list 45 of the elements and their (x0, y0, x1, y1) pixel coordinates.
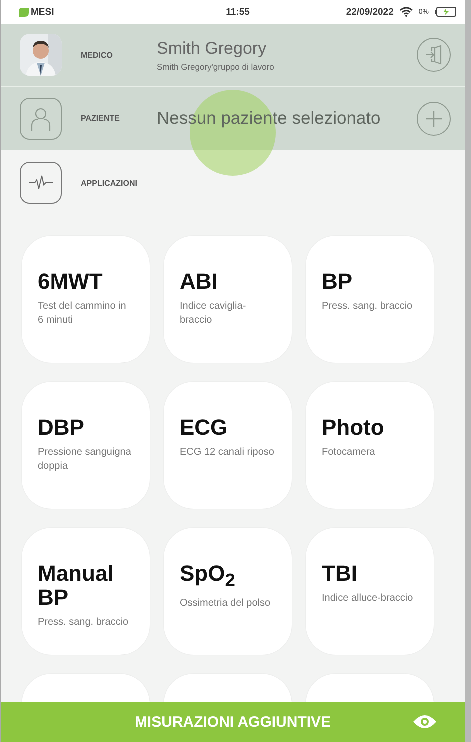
app-tile[interactable]: BP Press. sang. braccio (306, 236, 434, 363)
person-icon (20, 98, 62, 140)
app-title: SpO$_{2}$ (180, 562, 236, 591)
app-tile[interactable]: TBI Indice alluce-braccio (306, 528, 434, 655)
additional-measurements-label: MISURAZIONI AGGIUNTIVE (134, 714, 332, 730)
wifi-icon (400, 7, 413, 17)
app-tile[interactable]: Photo Fotocamera (306, 382, 434, 509)
work-group: Smith Gregory'gruppo di lavoro (157, 62, 417, 72)
app-tile[interactable]: ABI Indice caviglia-braccio (164, 236, 292, 363)
app-description: Press. sang. braccio (322, 300, 414, 314)
pulse-icon (20, 162, 62, 204)
app-title: 6MWT (38, 270, 104, 294)
app-description: Indice caviglia-braccio (180, 300, 248, 328)
app-description: Ossimetria del polso (180, 596, 272, 611)
app-tile[interactable]: DBP Pressione sanguigna doppia (22, 382, 150, 509)
logout-button[interactable] (417, 38, 451, 72)
app-tile[interactable]: ECG ECG 12 canali riposo (164, 382, 292, 509)
leaf-logo-icon (19, 8, 29, 16)
applications-label: APPLICAZIONI (81, 178, 138, 188)
app-description: ECG 12 canali riposo (180, 446, 276, 460)
app-description: Pressione sanguigna doppia (38, 446, 132, 474)
status-time: 11:55 (225, 6, 251, 18)
app-title: BP (322, 270, 354, 294)
app-title: Manual BP (38, 562, 115, 610)
app-description: Test del cammino in 6 minuti (38, 300, 128, 328)
status-date: 22/09/2022 (346, 6, 394, 18)
app-tile[interactable]: Manual BP Press. sang. braccio (22, 528, 150, 655)
app-title: TBI (322, 562, 358, 586)
app-title: Photo (322, 416, 386, 440)
app-tile[interactable]: SpO$_{2}$ Ossimetria del polso (164, 528, 292, 655)
app-description: Indice alluce-braccio (322, 592, 414, 606)
app-tile[interactable]: 6MWT Test del cammino in 6 minuti (22, 236, 150, 363)
app-description: Press. sang. braccio (38, 616, 130, 630)
doctor-name: Smith Gregory (157, 38, 268, 58)
brand-name: MESI (31, 6, 54, 18)
patient-label: PAZIENTE (81, 114, 121, 123)
plus-icon (424, 108, 444, 128)
app-title: ECG (180, 416, 229, 440)
app-title: ABI (180, 270, 219, 294)
app-title: DBP (38, 416, 86, 440)
app-description: Fotocamera (322, 446, 376, 460)
eye-icon (413, 715, 437, 729)
exit-door-icon (424, 45, 444, 65)
doctor-label: MEDICO (81, 50, 114, 60)
add-button[interactable] (417, 102, 451, 136)
